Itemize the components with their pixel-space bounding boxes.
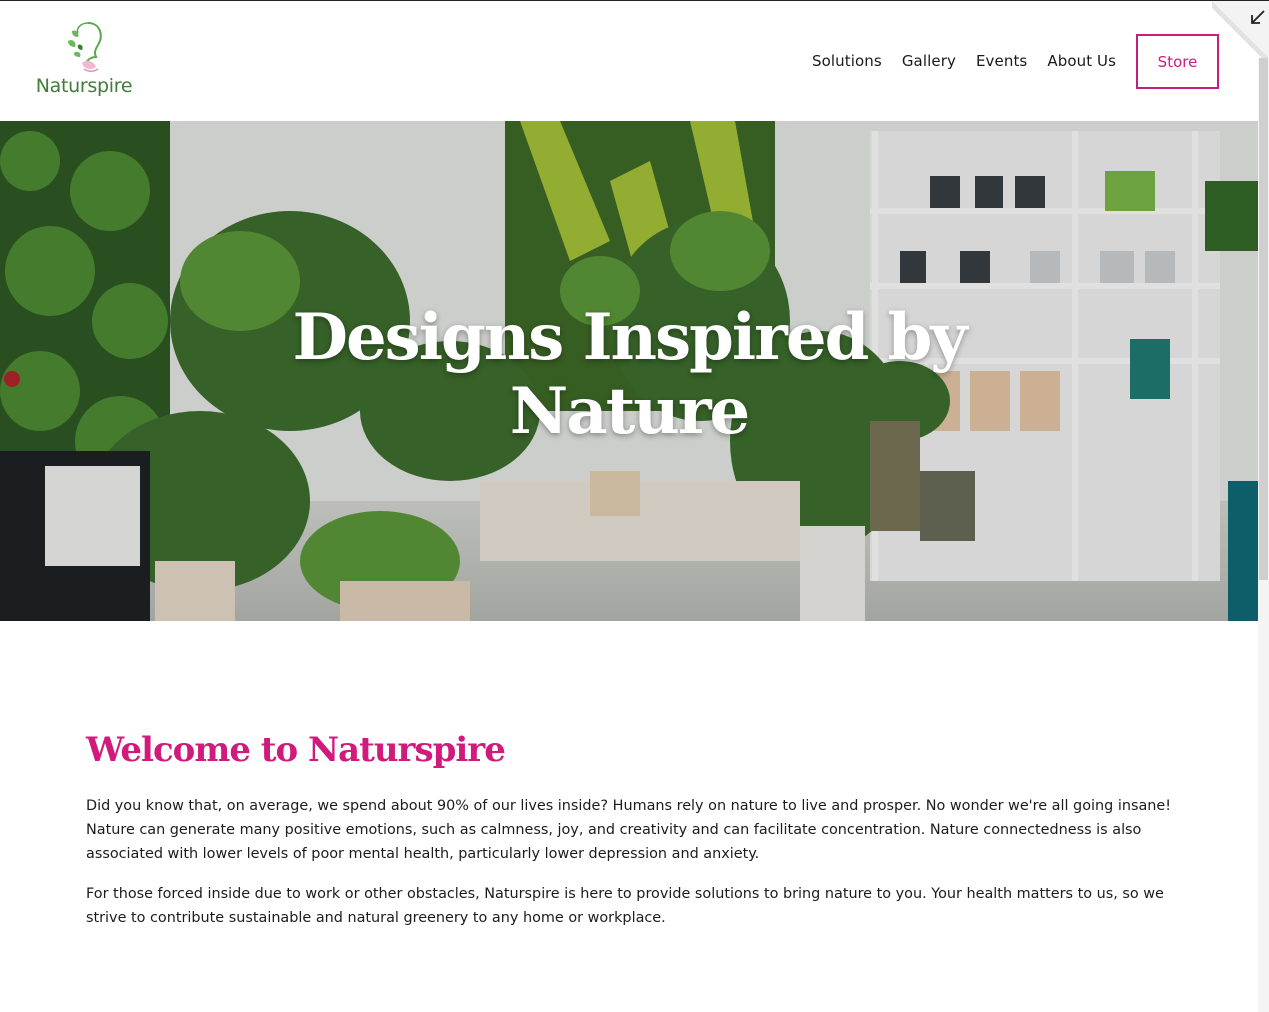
site-logo[interactable]: Naturspire	[34, 19, 134, 101]
collapse-arrow-icon[interactable]	[1212, 1, 1269, 58]
scrollbar-thumb[interactable]	[1259, 58, 1268, 580]
site-header: Naturspire Solutions Gallery Events Abou…	[0, 1, 1258, 121]
hero-title: Designs Inspired by Nature	[292, 300, 967, 449]
nav-item-gallery[interactable]: Gallery	[902, 52, 956, 70]
mission-paragraph: For those forced inside due to work or o…	[86, 886, 1164, 926]
nav-item-about-us[interactable]: About Us	[1047, 52, 1116, 70]
hero-banner: Designs Inspired by Nature	[0, 121, 1258, 621]
logo-text: Naturspire	[35, 75, 133, 97]
main-nav: Solutions Gallery Events About Us	[800, 1, 1116, 121]
store-button[interactable]: Store	[1136, 34, 1219, 89]
nav-item-solutions[interactable]: Solutions	[812, 52, 882, 70]
welcome-heading: Welcome to Naturspire	[86, 730, 506, 770]
welcome-section: Welcome to Naturspire Did you know that,…	[86, 730, 1176, 946]
nav-item-events[interactable]: Events	[976, 52, 1027, 70]
woman-silhouette-leaf-icon	[68, 22, 102, 72]
intro-paragraph: Did you know that, on average, we spend …	[86, 798, 1172, 862]
